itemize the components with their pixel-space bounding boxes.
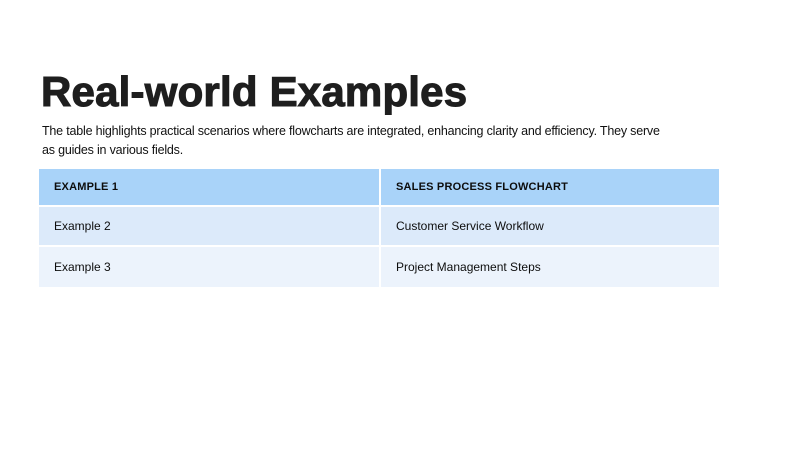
slide: Real-world Examples The table highlights… (0, 0, 800, 450)
description-line-2: as guides in various fields. (42, 141, 660, 160)
slide-description: The table highlights practical scenarios… (42, 122, 660, 160)
table-cell-example-2: Example 2 (39, 206, 380, 246)
slide-title: Real-world Examples (41, 71, 467, 113)
table-cell-customer-service-workflow: Customer Service Workflow (380, 206, 719, 246)
description-line-1: The table highlights practical scenarios… (42, 122, 660, 141)
header-cell-flowchart: SALES PROCESS FLOWCHART (380, 169, 719, 206)
table-row: Example 3 Project Management Steps (39, 246, 719, 287)
table-cell-project-management-steps: Project Management Steps (380, 246, 719, 287)
header-cell-example: EXAMPLE 1 (39, 169, 380, 206)
examples-table: EXAMPLE 1 SALES PROCESS FLOWCHART Exampl… (39, 169, 719, 287)
table-row: Example 2 Customer Service Workflow (39, 206, 719, 246)
table-cell-example-3: Example 3 (39, 246, 380, 287)
table-header-row: EXAMPLE 1 SALES PROCESS FLOWCHART (39, 169, 719, 206)
